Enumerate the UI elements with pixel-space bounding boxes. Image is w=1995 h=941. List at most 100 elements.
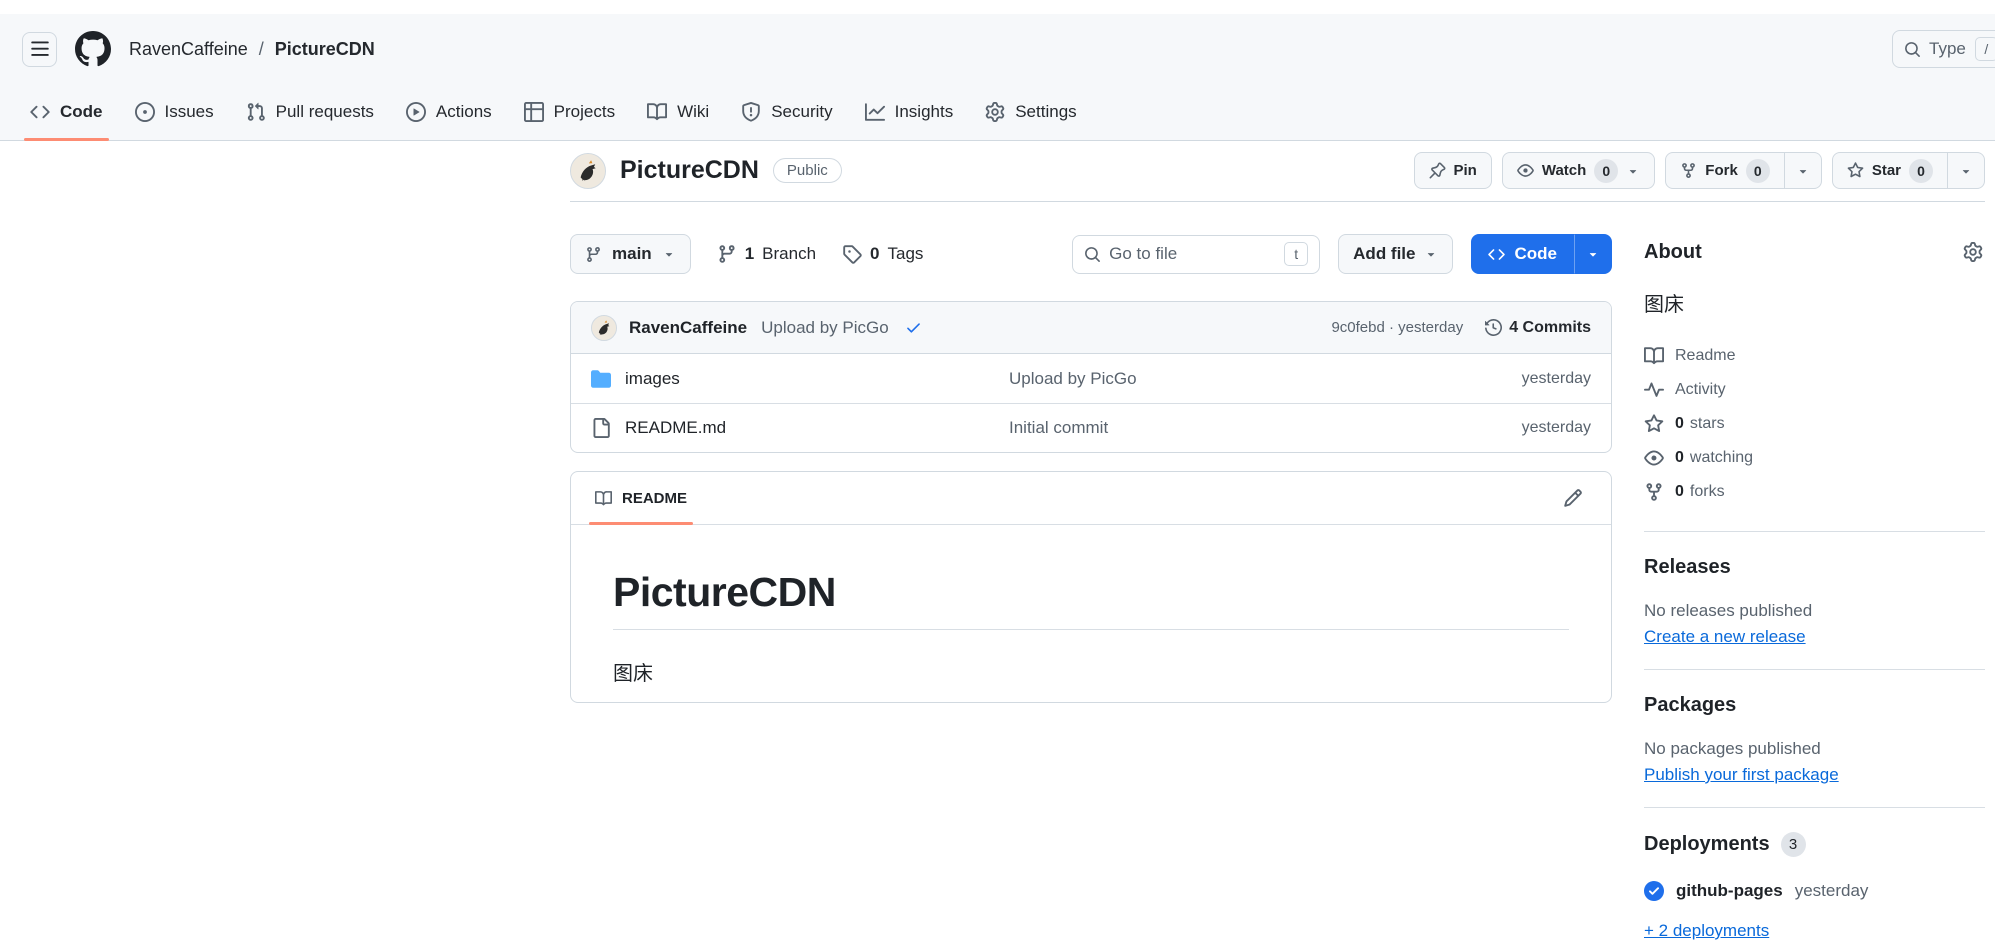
table-row: README.md Initial commit yesterday [571, 403, 1611, 452]
code-dropdown-button[interactable] [1574, 234, 1612, 274]
commit-status-check-icon[interactable] [905, 319, 922, 336]
packages-heading: Packages [1644, 694, 1985, 717]
add-file-button[interactable]: Add file [1338, 234, 1452, 274]
branches-link[interactable]: 1 Branch [717, 244, 816, 264]
triangle-down-icon [662, 247, 676, 261]
book-icon [647, 102, 667, 122]
about-heading: About [1644, 241, 1702, 264]
current-branch-label: main [612, 244, 652, 264]
code-button[interactable]: Code [1471, 234, 1575, 274]
packages-empty-text: No packages published [1644, 739, 1985, 759]
table-row: images Upload by PicGo yesterday [571, 354, 1611, 403]
three-bars-icon [30, 39, 50, 59]
go-to-file-input[interactable] [1109, 244, 1276, 264]
fork-dropdown-button[interactable] [1785, 152, 1822, 189]
sidebar-item-stars[interactable]: 0 stars [1644, 407, 1985, 441]
code-button-label: Code [1515, 244, 1558, 264]
star-label: Star [1872, 162, 1901, 179]
tab-issues[interactable]: Issues [122, 84, 227, 140]
issue-opened-icon [135, 102, 155, 122]
file-icon [591, 418, 611, 438]
packages-section: Packages No packages published Publish y… [1644, 694, 1985, 785]
file-commit-message[interactable]: Upload by PicGo [891, 369, 1461, 389]
watch-button[interactable]: Watch 0 [1502, 152, 1655, 189]
global-search-input[interactable]: Type / to search [1892, 30, 1995, 68]
deployments-heading: Deployments [1644, 833, 1770, 856]
deployment-env-link[interactable]: github-pages [1676, 881, 1783, 901]
tab-insights[interactable]: Insights [852, 84, 967, 140]
commit-author-link[interactable]: RavenCaffeine [629, 318, 747, 338]
branches-count: 1 [745, 244, 754, 264]
slash-key-hint: / [1975, 37, 1995, 61]
about-section: About 图床 Readme Activity 0 stars 0 watch… [1644, 240, 1985, 509]
sidebar-item-label: Readme [1675, 347, 1735, 365]
file-link-readme[interactable]: README.md [591, 418, 891, 438]
triangle-down-icon [1959, 164, 1973, 178]
edit-readme-button[interactable] [1557, 482, 1589, 514]
star-button[interactable]: Star 0 [1832, 152, 1948, 189]
commit-message-link[interactable]: Upload by PicGo [761, 318, 889, 338]
file-commit-message[interactable]: Initial commit [891, 418, 1461, 438]
app-header: RavenCaffeine / PictureCDN Type / to sea… [0, 14, 1995, 141]
star-icon [1644, 414, 1664, 434]
tab-label: Security [771, 102, 832, 122]
breadcrumb-repo-link[interactable]: PictureCDN [275, 39, 375, 60]
tab-actions[interactable]: Actions [393, 84, 505, 140]
git-branch-icon [717, 244, 737, 264]
sidebar-item-label: stars [1690, 415, 1725, 433]
fork-label: Fork [1705, 162, 1738, 179]
tags-link[interactable]: 0 Tags [842, 244, 923, 264]
deployments-count-badge: 3 [1781, 832, 1806, 857]
tab-label: Insights [895, 102, 954, 122]
releases-heading: Releases [1644, 556, 1985, 579]
tab-code[interactable]: Code [17, 84, 116, 140]
sidebar-item-forks[interactable]: 0 forks [1644, 475, 1985, 509]
triangle-down-icon [1796, 164, 1810, 178]
readme-card: README PictureCDN 图床 [570, 471, 1612, 703]
tags-count: 0 [870, 244, 879, 264]
tab-security[interactable]: Security [728, 84, 845, 140]
tab-settings[interactable]: Settings [972, 84, 1089, 140]
github-logo-icon[interactable] [75, 31, 111, 67]
tab-wiki[interactable]: Wiki [634, 84, 722, 140]
readme-tab[interactable]: README [581, 472, 701, 524]
more-deployments-link[interactable]: + 2 deployments [1644, 921, 1769, 941]
tag-icon [842, 244, 862, 264]
pin-button[interactable]: Pin [1414, 152, 1492, 189]
book-icon [595, 490, 612, 507]
fork-button[interactable]: Fork 0 [1665, 152, 1785, 189]
deployment-time: yesterday [1795, 881, 1869, 901]
check-circle-icon [1644, 881, 1664, 901]
breadcrumb-owner-link[interactable]: RavenCaffeine [129, 39, 248, 60]
file-link-images[interactable]: images [591, 369, 891, 389]
repo-header: PictureCDN Public Pin Watch 0 Fork 0 Sta… [570, 150, 1985, 202]
forks-count: 0 [1675, 483, 1684, 501]
sidebar-item-label: Activity [1675, 381, 1726, 399]
sidebar-item-activity[interactable]: Activity [1644, 373, 1985, 407]
publish-package-link[interactable]: Publish your first package [1644, 765, 1839, 785]
tags-label: Tags [888, 244, 924, 264]
global-header-row: RavenCaffeine / PictureCDN Type / to sea… [0, 14, 1995, 84]
repo-actions: Pin Watch 0 Fork 0 Star 0 [1414, 152, 1986, 189]
tab-projects[interactable]: Projects [511, 84, 628, 140]
search-icon [1904, 41, 1921, 58]
repo-title-link[interactable]: PictureCDN [620, 156, 759, 185]
star-dropdown-button[interactable] [1948, 152, 1985, 189]
edit-repo-details-button[interactable] [1961, 240, 1985, 264]
branch-selector-button[interactable]: main [570, 234, 691, 274]
create-release-link[interactable]: Create a new release [1644, 627, 1806, 647]
repo-owner-avatar[interactable] [570, 153, 606, 189]
tab-pull-requests[interactable]: Pull requests [233, 84, 387, 140]
pin-icon [1429, 162, 1446, 179]
sidebar-item-watching[interactable]: 0 watching [1644, 441, 1985, 475]
t-key-hint: t [1284, 242, 1308, 266]
commit-author-avatar[interactable] [591, 315, 617, 341]
sidebar-item-readme[interactable]: Readme [1644, 339, 1985, 373]
pencil-icon [1563, 488, 1583, 508]
tab-label: Code [60, 102, 103, 122]
gear-icon [985, 102, 1005, 122]
hamburger-menu-button[interactable] [22, 32, 57, 67]
pin-label: Pin [1454, 162, 1477, 179]
commit-sha-time[interactable]: 9c0febd · yesterday [1331, 319, 1463, 336]
commit-history-link[interactable]: 4 Commits [1485, 319, 1591, 337]
